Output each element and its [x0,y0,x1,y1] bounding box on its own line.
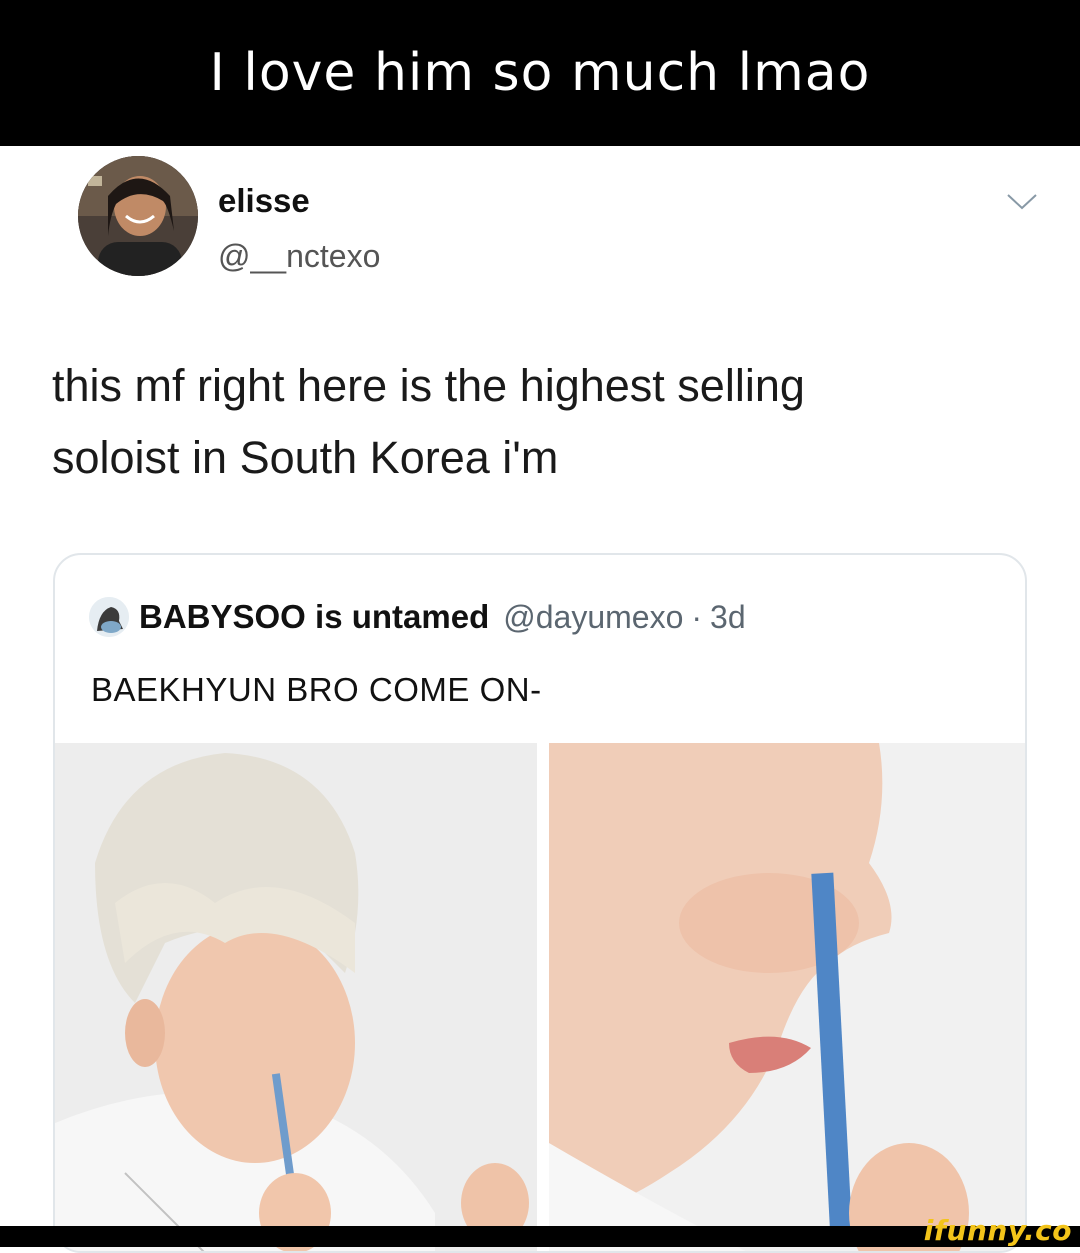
quoted-tweet-handle[interactable]: @dayumexo [503,599,683,636]
quoted-tweet-name[interactable]: BABYSOO is untamed [139,598,489,636]
tweet-text: this mf right here is the highest sellin… [52,350,1042,494]
photo-right[interactable] [549,743,1025,1251]
user-handle[interactable]: @__nctexo [218,238,380,275]
tweet-text-line1: this mf right here is the highest sellin… [52,360,805,411]
caption-text: I love him so much lmao [209,43,871,103]
caption-bar: I love him so much lmao [0,0,1080,146]
separator-dot: · [691,598,703,635]
avatar-photo [78,156,198,276]
quoted-tweet-card[interactable]: BABYSOO is untamed @dayumexo · 3d BAEKHY… [53,553,1027,1253]
display-name[interactable]: elisse [218,182,310,220]
bottom-bar [0,1226,1080,1247]
avatar[interactable] [78,156,198,276]
photo-left[interactable] [55,743,537,1251]
quoted-tweet-text: BAEKHYUN BRO COME ON- [91,671,542,708]
quoted-tweet-time[interactable]: 3d [710,599,746,636]
watermark-logo: ifunny.co [923,1214,1072,1247]
chevron-down-icon[interactable] [1002,190,1042,214]
quoted-tweet-avatar[interactable] [89,597,129,637]
tweet-text-line2: soloist in South Korea i'm [52,432,559,483]
quoted-tweet-header: BABYSOO is untamed @dayumexo · 3d [89,595,746,639]
